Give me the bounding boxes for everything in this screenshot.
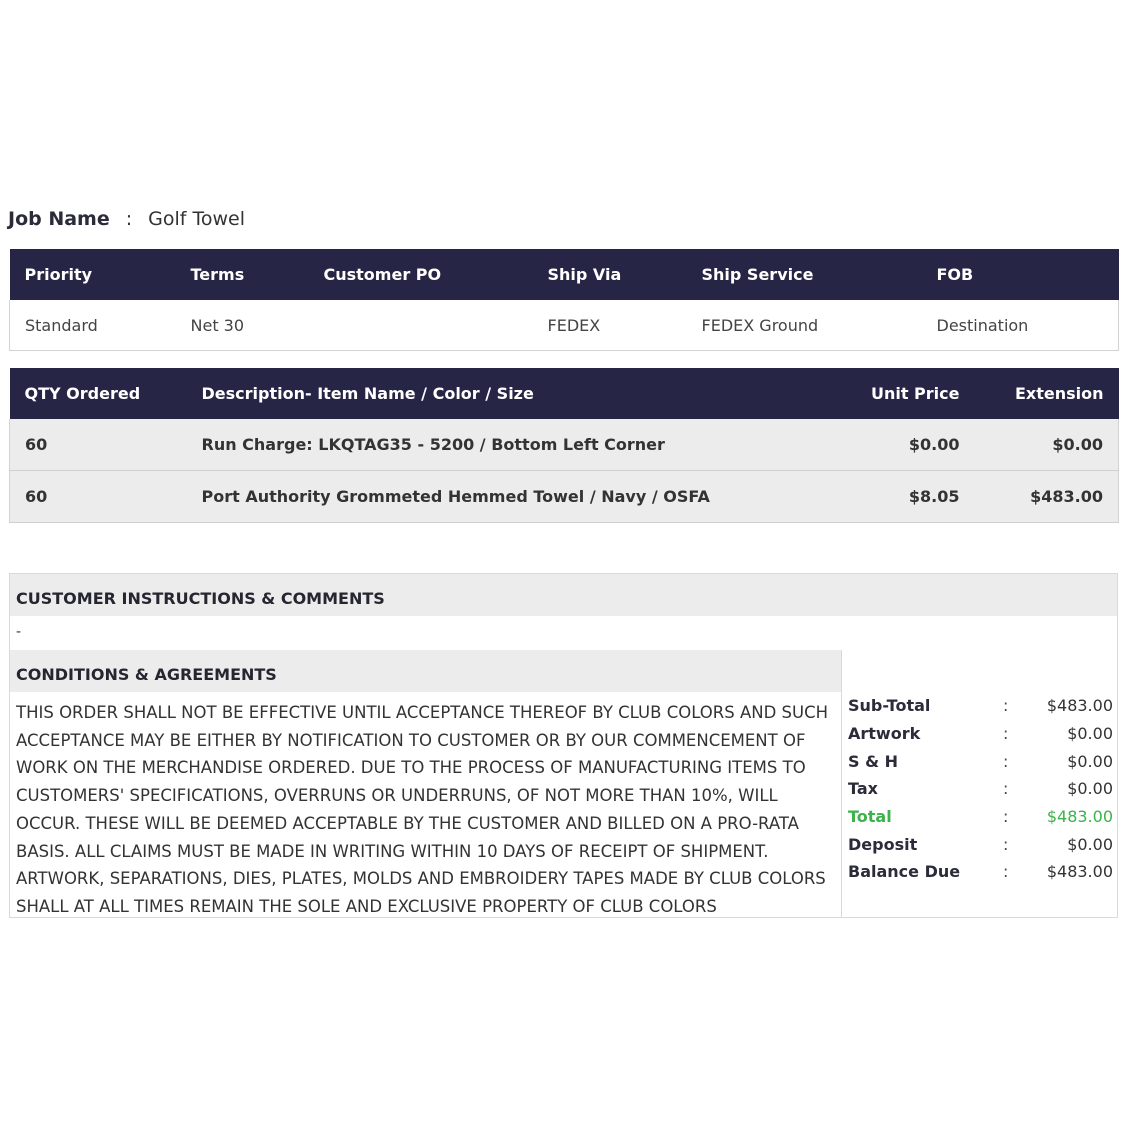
job-name-label: Job Name: [8, 208, 110, 230]
col-description: Description- Item Name / Color / Size: [186, 368, 787, 419]
col-qty: QTY Ordered: [9, 368, 187, 419]
artwork-label: Artwork: [848, 724, 921, 744]
priority-value: Standard: [9, 300, 176, 351]
shipping-handling-row: S & H : $0.00: [848, 747, 1113, 775]
job-name-separator: :: [125, 208, 133, 230]
tax-label: Tax: [848, 779, 878, 799]
shipping-handling-sep: :: [1003, 751, 1009, 771]
col-extension: Extension: [974, 368, 1119, 419]
totals-summary: Sub-Total : $483.00 Artwork : $0.00 S & …: [848, 692, 1113, 886]
deposit-row: Deposit : $0.00: [848, 830, 1113, 858]
conditions-title: CONDITIONS & AGREEMENTS: [10, 650, 841, 692]
col-unit-price: Unit Price: [786, 368, 975, 419]
instructions-panel: CUSTOMER INSTRUCTIONS & COMMENTS - CONDI…: [9, 573, 1118, 918]
subtotal-label: Sub-Total: [848, 696, 931, 716]
conditions-text: THIS ORDER SHALL NOT BE EFFECTIVE UNTIL …: [16, 703, 829, 916]
extension-cell: $0.00: [974, 419, 1119, 471]
deposit-sep: :: [1003, 834, 1009, 854]
description-cell: Run Charge: LKQTAG35 - 5200 / Bottom Lef…: [186, 419, 787, 471]
deposit-label: Deposit: [848, 834, 918, 854]
total-value: $483.00: [1046, 807, 1113, 827]
col-customer-po: Customer PO: [308, 249, 533, 300]
shipping-handling-value: $0.00: [1067, 751, 1113, 771]
artwork-row: Artwork : $0.00: [848, 720, 1113, 748]
job-name-value: Golf Towel: [148, 208, 246, 230]
shipping-row: Standard Net 30 FEDEX FEDEX Ground Desti…: [9, 300, 1119, 351]
customer-instructions-text: -: [16, 624, 22, 640]
shipping-handling-label: S & H: [848, 751, 899, 771]
subtotal-value: $483.00: [1046, 696, 1113, 716]
subtotal-row: Sub-Total : $483.00: [848, 692, 1113, 720]
terms-value: Net 30: [175, 300, 309, 351]
qty-cell: 60: [9, 419, 187, 471]
col-ship-via: Ship Via: [532, 249, 687, 300]
balance-due-sep: :: [1003, 862, 1009, 882]
table-row: 60 Port Authority Grommeted Hemmed Towel…: [9, 470, 1119, 523]
extension-cell: $483.00: [974, 470, 1119, 523]
total-sep: :: [1003, 807, 1009, 827]
balance-due-value: $483.00: [1046, 862, 1113, 882]
tax-value: $0.00: [1067, 779, 1113, 799]
col-terms: Terms: [175, 249, 309, 300]
total-label: Total: [848, 807, 892, 827]
customer-po-value: [308, 300, 533, 351]
table-row: 60 Run Charge: LKQTAG35 - 5200 / Bottom …: [9, 419, 1119, 471]
balance-due-row: Balance Due : $483.00: [848, 858, 1113, 886]
items-header-row: QTY Ordered Description- Item Name / Col…: [9, 368, 1119, 419]
balance-due-label: Balance Due: [848, 862, 961, 882]
shipping-header-row: Priority Terms Customer PO Ship Via Ship…: [9, 249, 1119, 300]
subtotal-sep: :: [1003, 696, 1009, 716]
shipping-table: Priority Terms Customer PO Ship Via Ship…: [9, 249, 1119, 351]
deposit-value: $0.00: [1067, 834, 1113, 854]
col-fob: FOB: [921, 249, 1119, 300]
customer-instructions-title: CUSTOMER INSTRUCTIONS & COMMENTS: [10, 574, 1117, 616]
tax-row: Tax : $0.00: [848, 775, 1113, 803]
unit-price-cell: $8.05: [786, 470, 975, 523]
ship-via-value: FEDEX: [532, 300, 687, 351]
unit-price-cell: $0.00: [786, 419, 975, 471]
divider: [841, 650, 842, 918]
fob-value: Destination: [921, 300, 1119, 351]
total-row: Total : $483.00: [848, 803, 1113, 831]
ship-service-value: FEDEX Ground: [686, 300, 922, 351]
artwork-sep: :: [1003, 724, 1009, 744]
items-table: QTY Ordered Description- Item Name / Col…: [9, 368, 1119, 523]
col-priority: Priority: [9, 249, 176, 300]
tax-sep: :: [1003, 779, 1009, 799]
qty-cell: 60: [9, 470, 187, 523]
description-cell: Port Authority Grommeted Hemmed Towel / …: [186, 470, 787, 523]
col-ship-service: Ship Service: [686, 249, 922, 300]
job-name-line: Job Name : Golf Towel: [8, 204, 245, 234]
artwork-value: $0.00: [1067, 724, 1113, 744]
